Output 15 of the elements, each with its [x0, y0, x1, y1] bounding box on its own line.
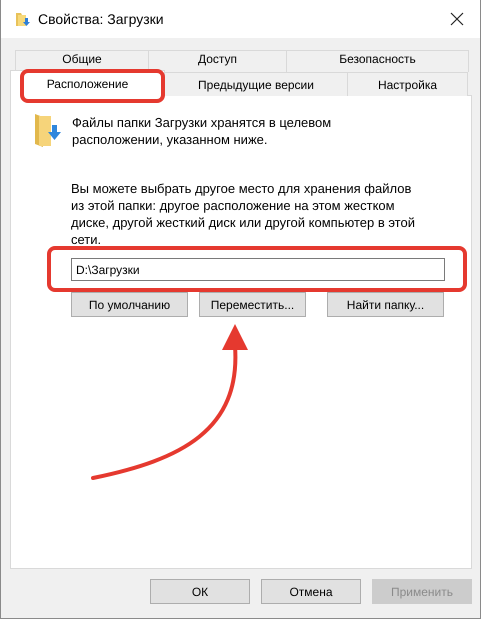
folder-download-icon [15, 11, 31, 27]
folder-download-icon [34, 112, 62, 148]
tab[interactable]: Предыдущие версии [164, 72, 348, 96]
close-icon [450, 12, 464, 26]
tab[interactable]: Настройка [347, 72, 468, 96]
window-title: Свойства: Загрузки [38, 11, 164, 27]
action-button[interactable]: Найти папку... [327, 292, 444, 317]
dialog-button[interactable]: Отмена [261, 579, 361, 604]
action-button[interactable]: Переместить... [199, 292, 306, 317]
dialog-button[interactable]: ОК [150, 579, 250, 604]
tab[interactable]: Безопасность [286, 50, 469, 72]
info-text: Файлы папки Загрузки хранятся в целевом расположении, указанном ниже. [72, 114, 332, 148]
path-field[interactable]: D:\Загрузки [71, 258, 445, 281]
description-text: Вы можете выбрать другое место для хранения файлов из этой папки: другое расположение на этом жестком диске, другой жесткий диск или другой компьютер в этой сети. [71, 180, 416, 248]
action-button[interactable]: По умолчанию [71, 292, 188, 317]
